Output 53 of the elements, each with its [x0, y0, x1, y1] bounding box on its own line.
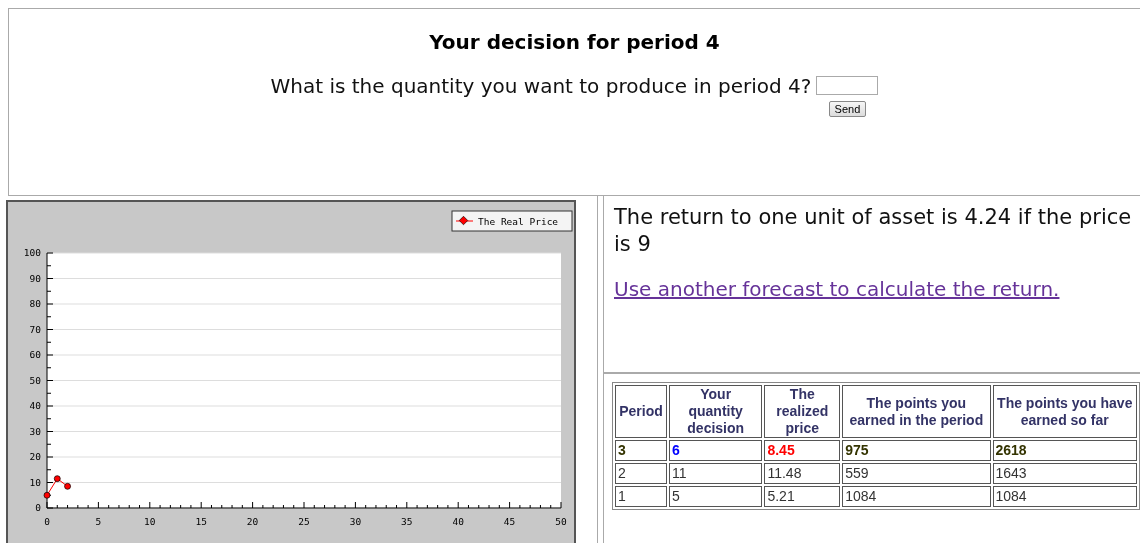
table-cell: 2618 [992, 440, 1137, 461]
x-tick-label: 40 [452, 516, 464, 527]
y-tick-label: 50 [29, 374, 41, 386]
data-point [43, 491, 51, 499]
send-button[interactable]: Send [828, 101, 867, 117]
table-cell: 5.21 [764, 486, 841, 507]
column-header: The realized price [764, 385, 841, 438]
quantity-input[interactable] [816, 76, 879, 95]
forecast-link[interactable]: Use another forecast to calculate the return. [614, 277, 1060, 301]
quantity-question: What is the quantity you want to produce in period 4? [270, 73, 812, 100]
table-cell: 1 [615, 486, 667, 507]
y-tick-label: 60 [29, 349, 41, 360]
x-tick-label: 0 [44, 516, 50, 527]
table-cell: 6 [668, 440, 763, 461]
column-header: The points you have earned so far [992, 385, 1137, 438]
y-tick-label: 40 [29, 400, 41, 411]
x-tick-label: 25 [298, 516, 310, 527]
legend-label: The Real Price [478, 216, 559, 227]
y-tick-label: 100 [23, 247, 41, 258]
x-tick-label: 5 [95, 516, 102, 527]
table-cell: 975 [842, 440, 991, 461]
y-tick-label: 30 [29, 425, 41, 437]
table-cell: 1084 [842, 486, 991, 507]
table-cell: 559 [842, 463, 991, 484]
column-header: Your quantity decision [668, 385, 763, 438]
y-tick-label: 20 [29, 451, 41, 462]
y-tick-label: 80 [29, 298, 41, 309]
x-tick-label: 30 [349, 516, 362, 527]
data-point [64, 482, 71, 490]
table-cell: 5 [668, 486, 763, 507]
data-point [53, 475, 61, 483]
x-tick-label: 10 [144, 516, 156, 527]
x-tick-label: 35 [401, 516, 413, 527]
x-tick-label: 50 [555, 516, 567, 527]
return-text: The return to one unit of asset is 4.24 if the price is 9 [614, 204, 1133, 258]
legend-marker-icon [455, 215, 474, 226]
y-tick-label: 90 [29, 272, 41, 284]
table-cell: 11 [668, 463, 763, 484]
column-header: Period [615, 385, 667, 438]
table-cell: 3 [615, 440, 667, 461]
y-tick-label: 0 [35, 502, 41, 513]
y-tick-label: 10 [29, 476, 41, 488]
column-header: The points you earned in the period [842, 385, 991, 438]
y-tick-label: 70 [29, 323, 41, 335]
x-tick-label: 20 [246, 516, 259, 527]
x-tick-label: 45 [503, 516, 516, 527]
table-cell: 1643 [992, 463, 1137, 484]
x-tick-label: 15 [195, 516, 207, 527]
table-cell: 2 [615, 463, 667, 484]
decision-title: Your decision for period 4 [429, 30, 720, 54]
table-cell: 8.45 [764, 440, 841, 461]
table-cell: 11.48 [764, 463, 841, 484]
table-cell: 1084 [992, 486, 1137, 507]
